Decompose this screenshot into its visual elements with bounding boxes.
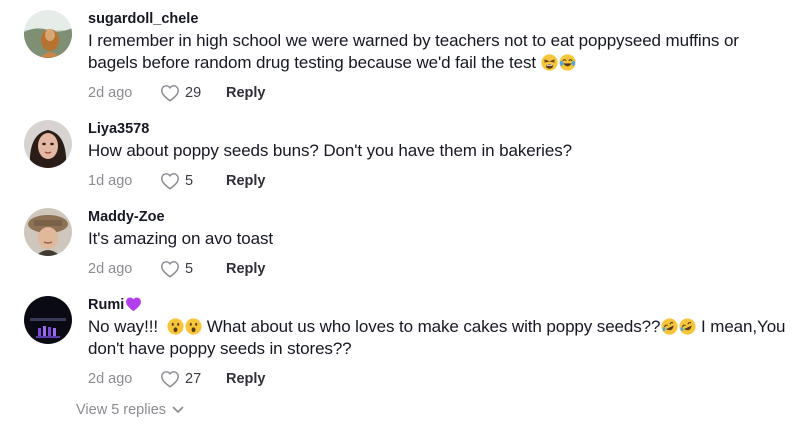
weary-face-emoji-icon (541, 54, 558, 71)
heart-outline-icon (161, 173, 179, 190)
comment-meta: 2d ago 27 Reply (88, 369, 786, 389)
avatar[interactable] (24, 10, 72, 58)
comment-text: It's amazing on avo toast (88, 229, 274, 248)
like-button[interactable]: 5 (160, 260, 226, 278)
view-replies-label: View 5 replies (76, 402, 167, 418)
rolling-on-floor-laughing-emoji-icon (661, 318, 678, 335)
comment-text: I remember in high school we were warned… (88, 30, 786, 74)
like-count: 29 (185, 85, 202, 101)
comment-timestamp: 2d ago (88, 261, 133, 277)
comment-username[interactable]: Maddy-Zoe (88, 208, 786, 226)
like-button[interactable]: 27 (160, 370, 226, 388)
chevron-down-icon (172, 406, 184, 413)
reply-button[interactable]: Reply (226, 85, 266, 101)
avatar[interactable] (24, 120, 72, 168)
comment-meta: 2d ago 5 Reply (88, 259, 786, 279)
like-count: 5 (185, 261, 194, 277)
purple-heart-emoji-icon (126, 297, 142, 312)
reply-button[interactable]: Reply (226, 371, 266, 387)
heart-outline-icon (161, 85, 179, 102)
like-button[interactable]: 5 (160, 172, 226, 190)
comment-timestamp: 2d ago (88, 371, 133, 387)
view-replies-button[interactable]: View 5 replies (76, 402, 184, 418)
comment-timestamp: 1d ago (88, 173, 133, 189)
like-button[interactable]: 29 (160, 84, 226, 102)
like-count: 5 (185, 173, 194, 189)
comment-text-part: No way!!! (88, 317, 158, 336)
comment-text: No way!!! What about us who loves to mak… (88, 316, 786, 360)
avatar[interactable] (24, 208, 72, 256)
tears-of-joy-emoji-icon (559, 54, 576, 71)
comment-text-part: What about us who loves to make cakes wi… (206, 317, 661, 336)
comment-text-content: I remember in high school we were warned… (88, 31, 739, 72)
rolling-on-floor-laughing-emoji-icon (679, 318, 696, 335)
comment-username[interactable]: Rumi (88, 296, 786, 314)
like-count: 27 (185, 371, 202, 387)
comment-meta: 2d ago 29 Reply (88, 83, 786, 103)
heart-outline-icon (161, 371, 179, 388)
reply-button[interactable]: Reply (226, 173, 266, 189)
comment-username[interactable]: sugardoll_chele (88, 10, 786, 28)
reply-button[interactable]: Reply (226, 261, 266, 277)
comment-username-text: Rumi (88, 297, 125, 313)
comment-username[interactable]: Liya3578 (88, 120, 786, 138)
comment-list: sugardoll_chele I remember in high schoo… (0, 0, 810, 426)
avatar[interactable] (24, 296, 72, 344)
comment-timestamp: 2d ago (88, 85, 133, 101)
comment-text: How about poppy seeds buns? Don't you ha… (88, 141, 572, 160)
heart-outline-icon (161, 261, 179, 278)
astonished-face-emoji-icon (167, 318, 184, 335)
astonished-face-emoji-icon (185, 318, 202, 335)
comment-meta: 1d ago 5 Reply (88, 171, 786, 191)
